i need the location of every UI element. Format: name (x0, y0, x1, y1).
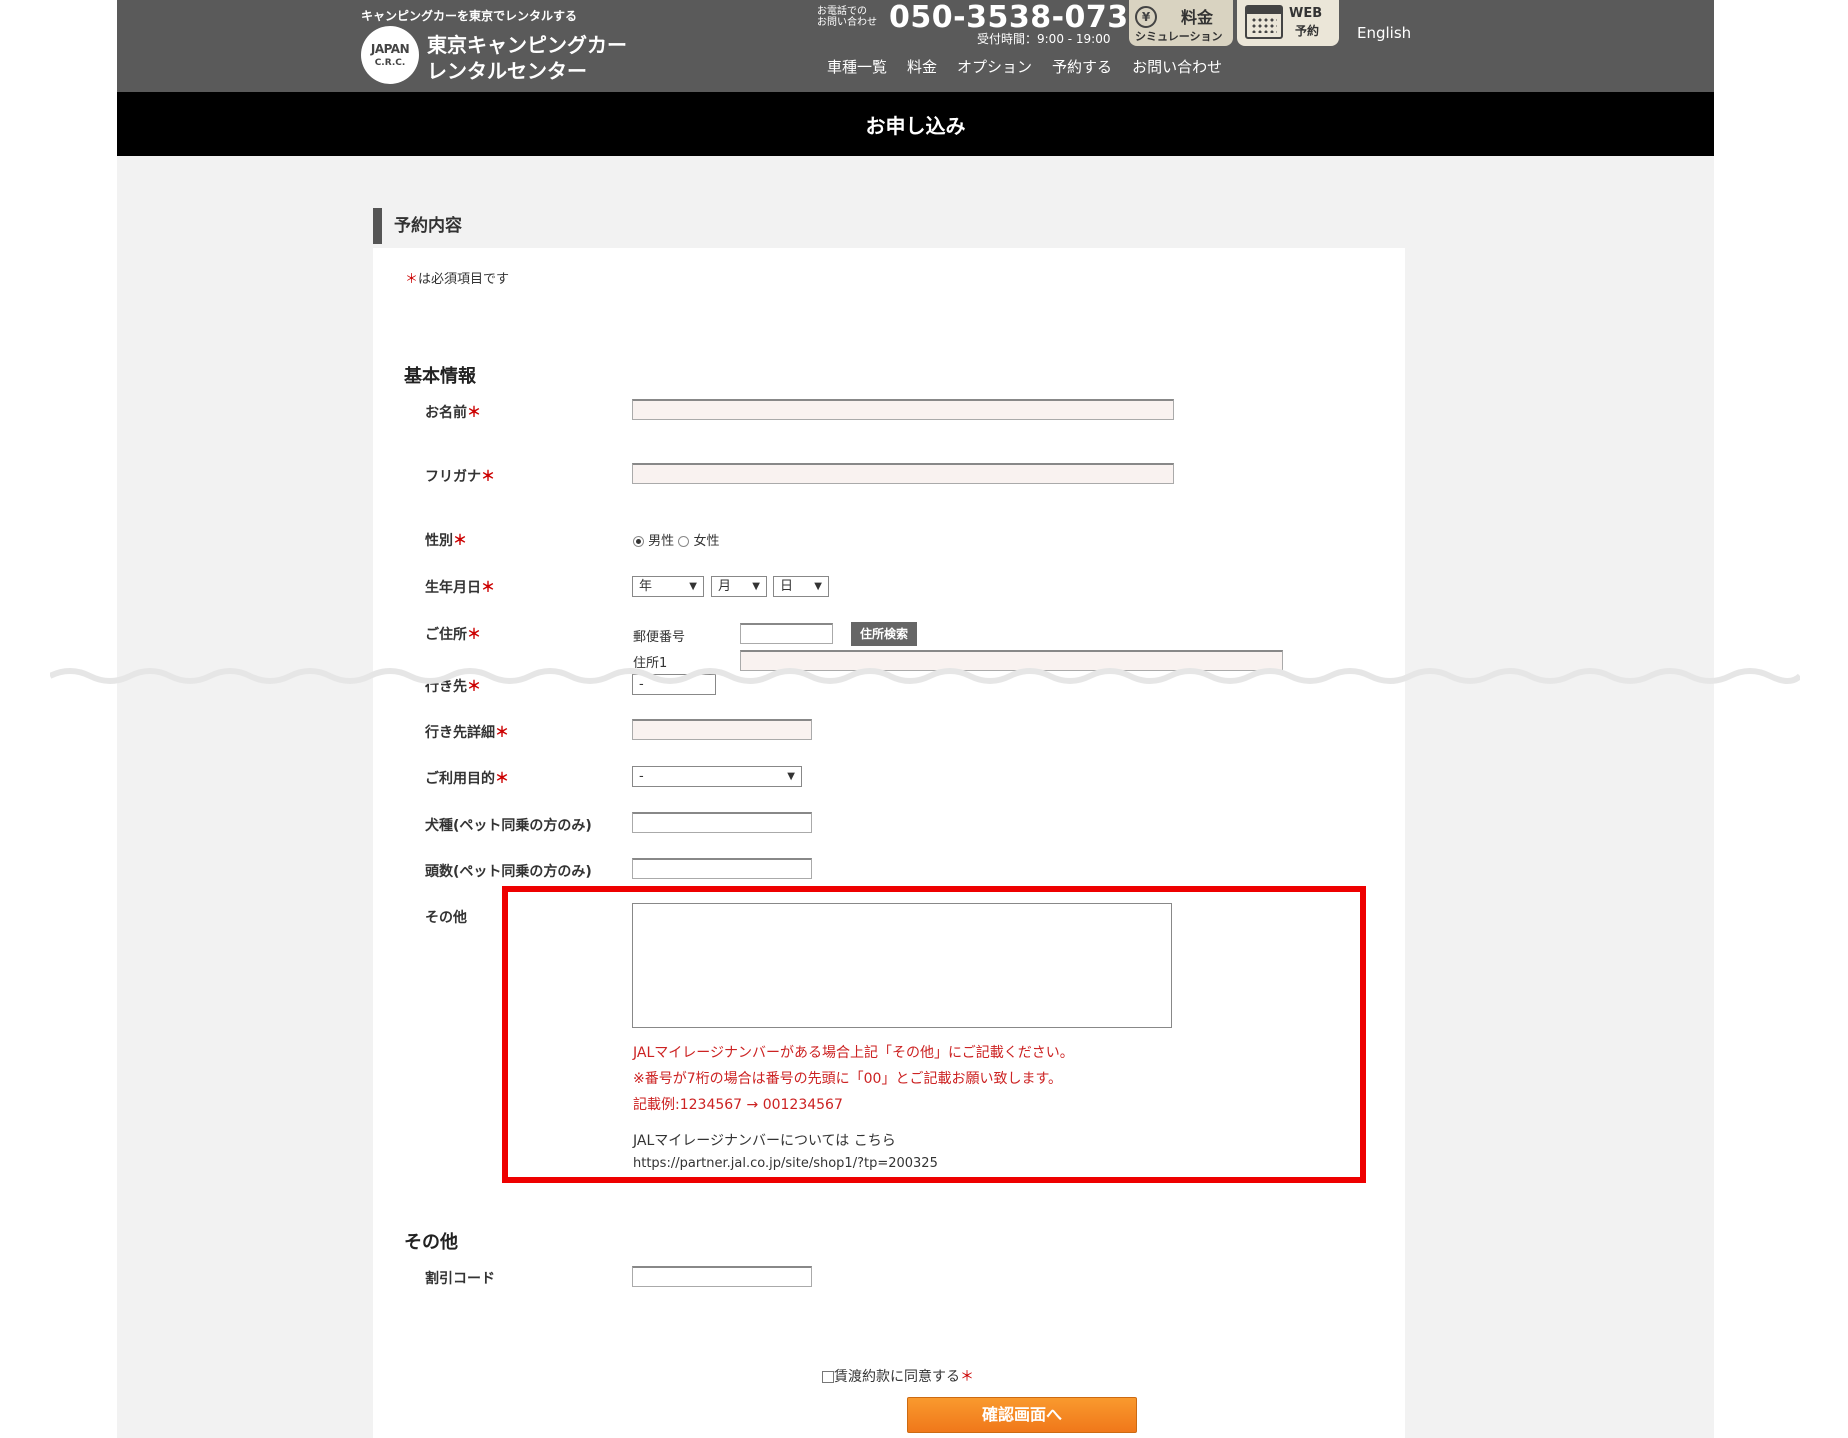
logo-text-bottom: C.R.C. (374, 58, 406, 68)
other-label: その他 (425, 910, 467, 926)
nav-reserve[interactable]: 予約する (1052, 56, 1112, 77)
birth-month-value: 月 (718, 579, 732, 594)
required-mark: ＊ (481, 580, 495, 596)
page-title-bar: お申し込み (117, 92, 1714, 156)
name-label-text: お名前 (425, 405, 467, 421)
basic-info-heading: 基本情報 (404, 366, 476, 387)
dropdown-arrow-icon: ▼ (752, 581, 760, 592)
name-label: お名前＊ (425, 402, 481, 422)
discount-code-label: 割引コード (425, 1271, 495, 1287)
agree-terms: 賃渡約款に同意する＊ (822, 1366, 974, 1386)
site-name[interactable]: 東京キャンピングカー レンタルセンター (427, 32, 627, 84)
required-mark: ＊ (467, 405, 481, 421)
birth-day-value: 日 (780, 579, 794, 594)
kana-input[interactable] (632, 463, 1174, 484)
kana-label: フリガナ＊ (425, 466, 495, 486)
dog-count-label: 頭数(ペット同乗の方のみ) (425, 864, 592, 880)
kana-label-text: フリガナ (425, 469, 481, 485)
birth-month-select[interactable]: 月 ▼ (711, 576, 767, 597)
agree-checkbox[interactable] (822, 1371, 834, 1383)
confirm-button[interactable]: 確認画面へ (907, 1397, 1137, 1433)
calendar-icon (1245, 5, 1283, 39)
main-nav: 車種一覧 料金 オプション 予約する お問い合わせ (827, 56, 1222, 77)
required-note-text: は必須項目です (418, 272, 510, 287)
dog-count-input[interactable] (632, 858, 812, 879)
required-mark: ＊ (495, 725, 509, 741)
birth-label: 生年月日＊ (425, 577, 495, 597)
price-simulation-button[interactable]: ¥ 料金 シミュレーション (1129, 0, 1233, 46)
web-button-label: WEB (1289, 6, 1323, 21)
site-tagline: キャンピングカーを東京でレンタルする (361, 9, 578, 23)
gender-options: 男性 女性 (633, 530, 719, 549)
purpose-select[interactable]: - ▼ (632, 766, 802, 787)
tel-label: お電話での お問い合わせ (817, 6, 877, 28)
gender-male-radio[interactable] (633, 536, 644, 547)
logo-text-top: JAPAN (370, 42, 410, 56)
required-mark: ＊ (467, 627, 481, 643)
birth-day-select[interactable]: 日 ▼ (773, 576, 829, 597)
nav-options[interactable]: オプション (957, 56, 1032, 77)
required-mark: ＊ (495, 771, 509, 787)
yen-icon: ¥ (1135, 6, 1157, 28)
postal-input[interactable] (740, 623, 833, 644)
dropdown-arrow-icon: ▼ (689, 581, 697, 592)
address-search-button[interactable]: 住所検索 (851, 622, 917, 646)
required-mark: ＊ (960, 1369, 974, 1385)
gender-female-label[interactable]: 女性 (693, 534, 719, 549)
business-hours: 受付時間：9:00 - 19:00 (977, 32, 1111, 46)
web-button-sublabel: 予約 (1295, 24, 1320, 38)
dog-breed-input[interactable] (632, 812, 812, 833)
required-note-mark: ＊ (405, 272, 419, 287)
form-panel (373, 248, 1405, 1438)
section-title: 予約内容 (373, 208, 462, 244)
required-mark: ＊ (453, 533, 467, 549)
address-label-text: ご住所 (425, 627, 467, 643)
web-reservation-button[interactable]: WEB 予約 (1237, 0, 1339, 46)
nav-contact[interactable]: お問い合わせ (1132, 56, 1222, 77)
logo-icon[interactable]: JAPAN C.R.C. (361, 26, 419, 84)
purpose-value: - (639, 769, 644, 784)
purpose-label-text: ご利用目的 (425, 771, 495, 787)
other-section-heading: その他 (404, 1232, 458, 1253)
dropdown-arrow-icon: ▼ (814, 581, 822, 592)
postal-label: 郵便番号 (633, 630, 686, 645)
gender-label-text: 性別 (425, 533, 453, 549)
destination-detail-label-text: 行き先詳細 (425, 725, 495, 741)
price-button-sublabel: シミュレーション (1135, 30, 1223, 43)
gender-female-radio[interactable] (678, 536, 690, 547)
birth-year-value: 年 (639, 579, 653, 594)
cut-line-decoration (50, 668, 1800, 684)
destination-detail-input[interactable] (632, 719, 812, 740)
agree-label[interactable]: 賃渡約款に同意する (834, 1369, 960, 1385)
nav-vehicles[interactable]: 車種一覧 (827, 56, 887, 77)
dog-breed-label: 犬種(ペット同乗の方のみ) (425, 818, 592, 834)
page-title: お申し込み (865, 114, 966, 138)
dropdown-arrow-icon: ▼ (787, 771, 795, 782)
english-link[interactable]: English (1357, 24, 1411, 42)
site-header: キャンピングカーを東京でレンタルする JAPAN C.R.C. 東京キャンピング… (117, 0, 1714, 92)
nav-price[interactable]: 料金 (907, 56, 937, 77)
birth-year-select[interactable]: 年 ▼ (632, 576, 704, 597)
birth-label-text: 生年月日 (425, 580, 481, 596)
address-label: ご住所＊ (425, 624, 481, 644)
highlight-box (502, 886, 1366, 1183)
purpose-label: ご利用目的＊ (425, 768, 509, 788)
destination-detail-label: 行き先詳細＊ (425, 722, 509, 742)
page-background: キャンピングカーを東京でレンタルする JAPAN C.R.C. 東京キャンピング… (50, 0, 1800, 1438)
required-mark: ＊ (481, 469, 495, 485)
name-input[interactable] (632, 399, 1174, 420)
gender-male-label[interactable]: 男性 (648, 534, 674, 549)
gender-label: 性別＊ (425, 530, 467, 550)
discount-code-input[interactable] (632, 1266, 812, 1287)
required-note: ＊は必須項目です (405, 268, 509, 287)
price-button-label: 料金 (1181, 8, 1214, 27)
